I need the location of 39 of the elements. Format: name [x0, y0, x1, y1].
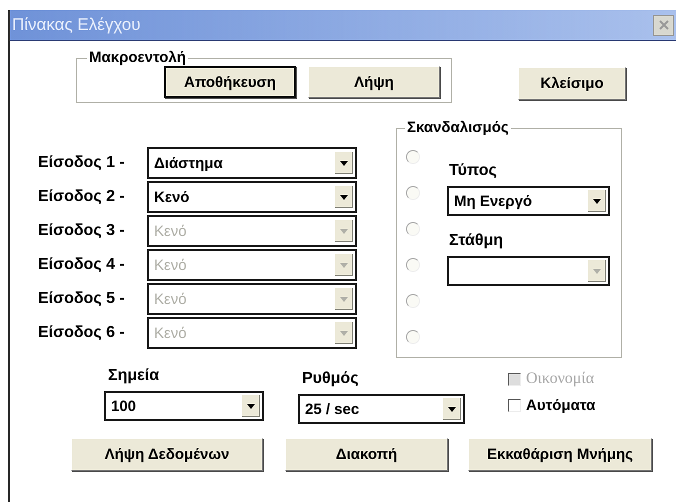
input-label: Είσοδος 2 - — [38, 188, 126, 206]
window-title: Πίνακας Ελέγχου — [11, 15, 141, 35]
input-label: Είσοδος 4 - — [38, 256, 126, 274]
dropdown-arrow-icon[interactable] — [242, 395, 260, 417]
input-label: Είσοδος 6 - — [38, 324, 126, 342]
field-label: Σημεία — [107, 366, 160, 386]
input-label: Είσοδος 3 - — [38, 222, 126, 240]
input-label: Είσοδος 1 - — [38, 154, 126, 172]
group-label: Σκανδαλισμός — [405, 120, 511, 136]
radio-button[interactable] — [406, 294, 420, 308]
button[interactable]: Εκκαθάριση Μνήμης — [468, 438, 652, 471]
radio-button[interactable] — [406, 258, 420, 272]
button[interactable]: Αποθήκευση — [164, 66, 296, 98]
dropdown[interactable]: Κενό — [147, 181, 357, 213]
field-label: Στάθμη — [449, 232, 504, 250]
dropdown-arrow-icon[interactable] — [335, 186, 353, 208]
dropdown[interactable]: Διάστημα — [147, 147, 357, 179]
checkbox-label: Οικονομία — [526, 370, 594, 388]
button[interactable]: Λήψη — [308, 66, 440, 98]
dropdown-arrow-icon[interactable] — [335, 152, 353, 174]
close-icon[interactable] — [653, 14, 674, 36]
checkbox[interactable] — [508, 399, 521, 412]
radio-button[interactable] — [406, 330, 420, 344]
field-label: Ρυθμός — [301, 369, 360, 389]
radio-button[interactable] — [406, 222, 420, 236]
radio-button[interactable] — [406, 150, 420, 164]
radio-button[interactable] — [406, 186, 420, 200]
button[interactable]: Διακοπή — [285, 438, 448, 471]
dropdown[interactable]: 25 / sec — [298, 394, 465, 424]
button[interactable]: Κλείσιμο — [518, 67, 626, 100]
button[interactable]: Λήψη Δεδομένων — [71, 438, 263, 471]
input-label: Είσοδος 5 - — [38, 290, 126, 308]
group-label: Μακροεντολή — [87, 50, 188, 66]
dropdown[interactable]: 100 — [104, 391, 264, 421]
field-label: Τύπος — [449, 162, 497, 180]
dropdown-arrow-icon[interactable] — [588, 190, 606, 212]
dropdown-arrow-icon[interactable] — [443, 398, 461, 420]
checkbox-label: Αυτόματα — [526, 397, 596, 414]
dropdown[interactable]: Μη Ενεργό — [447, 186, 610, 216]
